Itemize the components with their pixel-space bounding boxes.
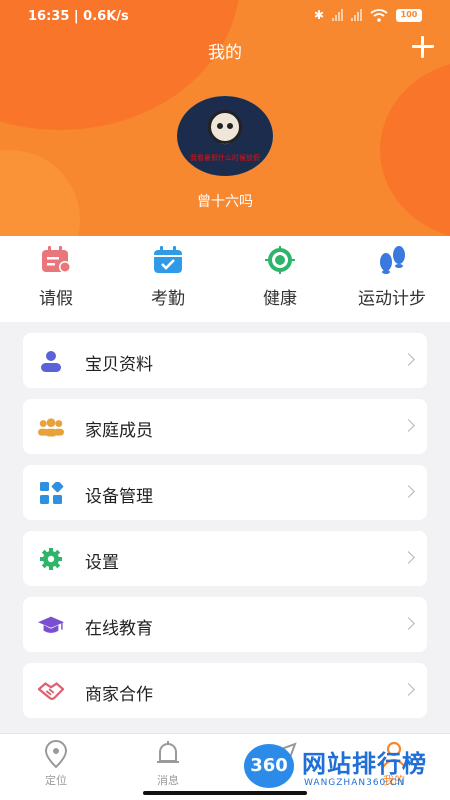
watermark-badge: 360 <box>244 744 294 788</box>
quick-item-label: 运动计步 <box>358 289 426 309</box>
health-target-icon <box>265 246 295 274</box>
nav-tab-label: 消息 <box>157 774 179 787</box>
page-title: 我的 <box>208 43 242 63</box>
nav-tab-label: 定位 <box>45 774 67 787</box>
status-time: 16:35 | 0.6K/s <box>28 9 129 24</box>
chevron-right-icon <box>402 617 415 630</box>
graduation-cap-icon <box>38 616 64 633</box>
nav-tab-messages[interactable]: 消息 <box>128 738 208 788</box>
quick-item-leave[interactable]: 请假 <box>0 236 112 322</box>
location-pin-icon <box>44 740 68 768</box>
avatar[interactable]: 我看暑假什么时候放假 <box>177 96 273 176</box>
bell-icon <box>157 741 179 763</box>
calendar-leave-icon <box>42 246 71 273</box>
panda-face-image <box>208 110 242 144</box>
profile-header: 16:35 | 0.6K/s ✱ 100 我的 我看暑假什么时候放假 曾十六吗 <box>0 0 450 236</box>
status-bar: 16:35 | 0.6K/s ✱ 100 <box>0 0 450 32</box>
gear-icon <box>40 548 62 570</box>
menu-item-family-members[interactable]: 家庭成员 <box>23 399 427 454</box>
menu-item-label: 设置 <box>85 553 119 573</box>
menu-item-label: 设备管理 <box>85 487 153 507</box>
family-members-icon <box>38 418 64 437</box>
menu-item-child-profile[interactable]: 宝贝资料 <box>23 333 427 388</box>
menu-item-business-cooperation[interactable]: 商家合作 <box>23 663 427 718</box>
bluetooth-icon: ✱ <box>313 8 324 22</box>
menu-item-label: 家庭成员 <box>85 421 153 441</box>
handshake-icon <box>38 682 64 700</box>
chevron-right-icon <box>402 419 415 432</box>
quick-item-label: 健康 <box>263 289 297 309</box>
watermark-text: 网站排行榜 <box>302 750 427 778</box>
calendar-check-icon <box>154 246 182 273</box>
quick-item-attendance[interactable]: 考勤 <box>112 236 224 322</box>
quick-item-health[interactable]: 健康 <box>224 236 336 322</box>
add-button[interactable] <box>410 34 436 60</box>
chevron-right-icon <box>402 551 415 564</box>
menu-item-label: 在线教育 <box>85 619 153 639</box>
menu-item-label: 宝贝资料 <box>85 355 153 375</box>
home-indicator[interactable] <box>143 791 307 795</box>
footsteps-icon <box>380 246 405 274</box>
menu-item-online-education[interactable]: 在线教育 <box>23 597 427 652</box>
quick-item-label: 请假 <box>39 289 73 309</box>
chevron-right-icon <box>402 485 415 498</box>
quick-actions: 请假 考勤 健康 运动计步 <box>0 236 450 322</box>
battery-icon: 100 <box>396 8 422 22</box>
menu-item-settings[interactable]: 设置 <box>23 531 427 586</box>
nav-tab-location[interactable]: 定位 <box>16 738 96 788</box>
signal-icon-2 <box>351 9 362 21</box>
chevron-right-icon <box>402 353 415 366</box>
menu-item-label: 商家合作 <box>85 685 153 705</box>
chevron-right-icon <box>402 683 415 696</box>
quick-item-steps[interactable]: 运动计步 <box>336 236 448 322</box>
signal-icon <box>332 9 343 21</box>
avatar-caption: 我看暑假什么时候放假 <box>190 154 260 162</box>
device-grid-icon <box>40 482 64 504</box>
child-profile-icon <box>41 351 61 372</box>
watermark: 360 网站排行榜 WANGZHAN360.CN <box>244 740 450 796</box>
menu-item-device-management[interactable]: 设备管理 <box>23 465 427 520</box>
wifi-icon <box>370 8 388 22</box>
quick-item-label: 考勤 <box>151 289 185 309</box>
watermark-url: WANGZHAN360.CN <box>304 778 406 788</box>
username: 曾十六吗 <box>197 194 253 210</box>
